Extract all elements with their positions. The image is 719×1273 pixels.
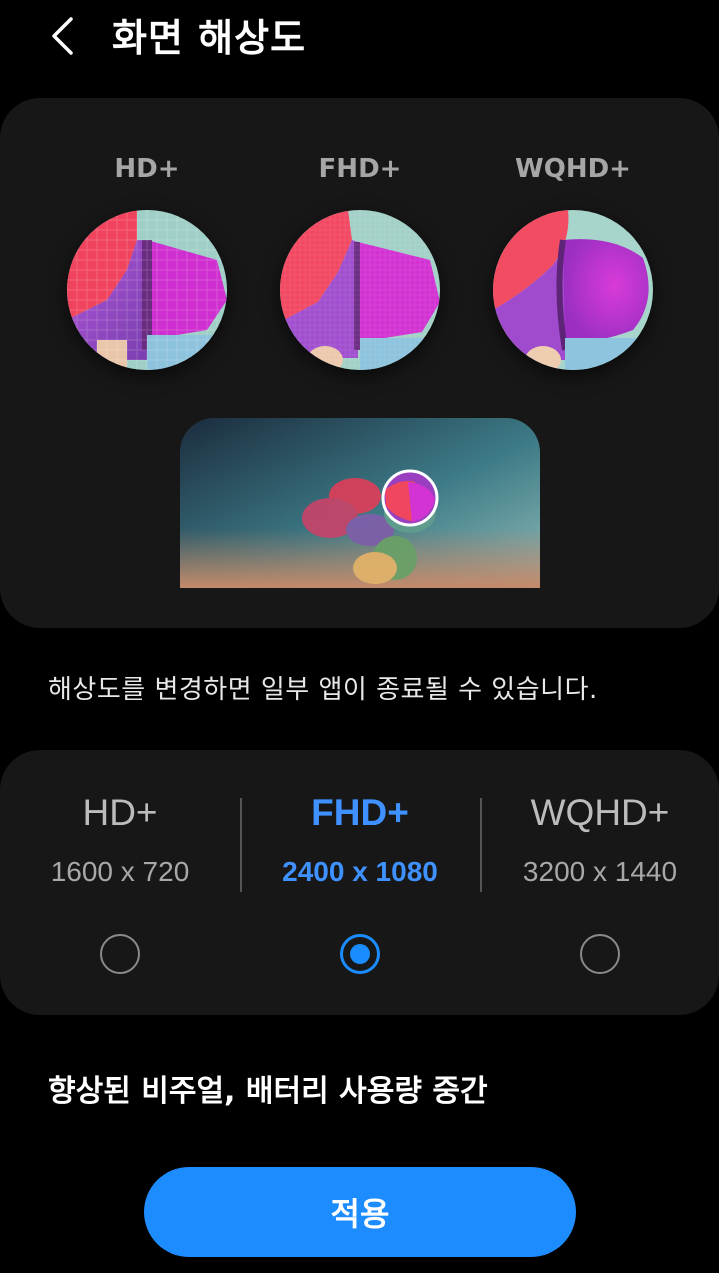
option-description: 향상된 비주얼, 배터리 사용량 중간	[48, 1074, 488, 1109]
option-name: HD+	[82, 792, 158, 833]
magnifier-circle	[381, 469, 439, 527]
resolution-options-card: HD+ 1600 x 720 FHD+ 2400 x 1080 WQHD+ 32…	[0, 750, 719, 1015]
preview-zoom-wqhd	[493, 210, 653, 370]
option-name: WQHD+	[530, 792, 670, 833]
radio-button-hd[interactable]	[100, 934, 140, 974]
option-resolution: 1600 x 720	[50, 856, 190, 887]
radio-selected-dot	[350, 944, 370, 964]
header: 화면 해상도	[0, 0, 719, 80]
back-button[interactable]	[40, 12, 84, 60]
radio-button-fhd[interactable]	[340, 934, 380, 974]
option-resolution: 3200 x 1440	[522, 856, 678, 887]
resolution-preview-card: HD+ FHD+ WQHD+	[0, 98, 719, 628]
apply-button[interactable]: 적용	[144, 1167, 576, 1257]
preview-zoom-hd	[67, 210, 227, 370]
radio-button-wqhd[interactable]	[580, 934, 620, 974]
wallpaper-preview	[180, 418, 540, 588]
option-wqhd[interactable]: WQHD+ 3200 x 1440	[480, 750, 719, 1015]
option-fhd[interactable]: FHD+ 2400 x 1080	[240, 750, 480, 1015]
warning-text: 해상도를 변경하면 일부 앱이 종료될 수 있습니다.	[48, 675, 598, 705]
option-name: FHD+	[311, 792, 409, 833]
page-title: 화면 해상도	[112, 16, 307, 60]
preview-zoom-fhd	[280, 210, 440, 370]
preview-label-hd: HD+	[114, 154, 180, 184]
preview-label-fhd: FHD+	[318, 154, 402, 184]
option-hd[interactable]: HD+ 1600 x 720	[0, 750, 240, 1015]
preview-label-wqhd: WQHD+	[515, 154, 631, 184]
chevron-left-icon	[52, 17, 73, 55]
option-resolution: 2400 x 1080	[282, 856, 438, 887]
screen-resolution-page: 화면 해상도 HD+ FHD+ WQHD+ 해상도를 변경하면 일부 앱이 종료…	[0, 0, 719, 1273]
